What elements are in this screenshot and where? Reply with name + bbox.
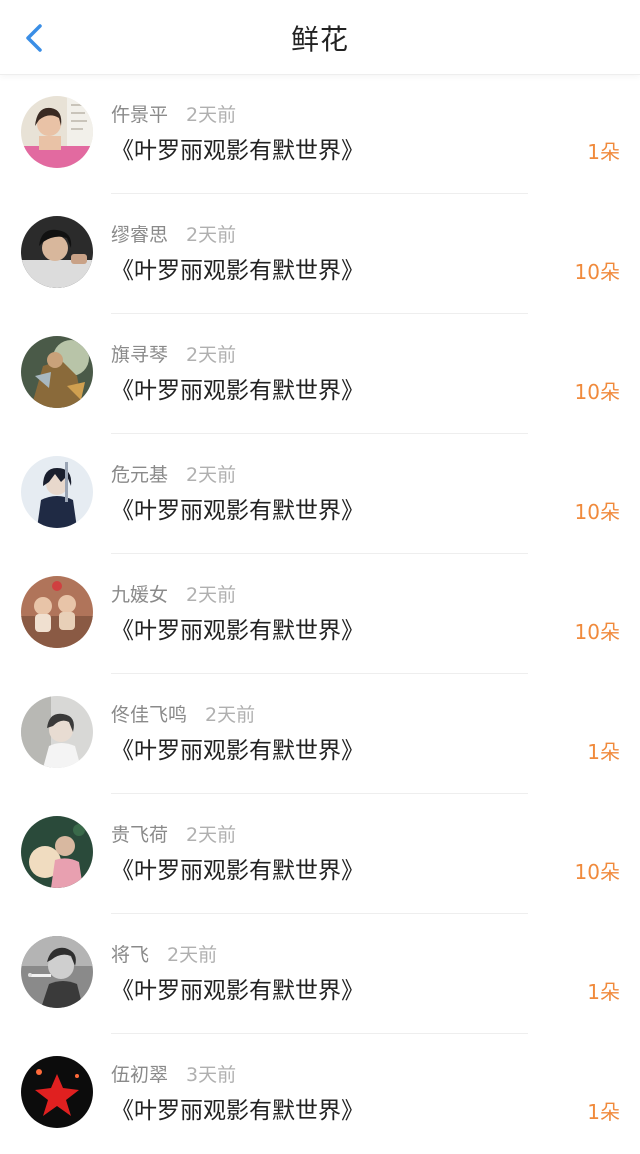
book-title[interactable]: 《叶罗丽观影有默世界》 [111,1095,364,1127]
timestamp: 3天前 [186,1064,237,1086]
book-title[interactable]: 《叶罗丽观影有默世界》 [111,375,364,407]
item-meta: 佟佳飞鸣 2天前 [111,702,255,728]
flower-count: 10朵 [574,500,620,524]
item-meta: 仵景平 2天前 [111,102,236,128]
flower-list: 仵景平 2天前 《叶罗丽观影有默世界》 1朵 缪睿思 2天前 《叶罗丽观影有默世界》… [0,74,640,1154]
item-meta: 九媛女 2天前 [111,582,236,608]
list-item[interactable]: 伍初翠 3天前 《叶罗丽观影有默世界》 1朵 [0,1034,640,1154]
top-bar: 鲜花 [0,0,640,75]
flower-count: 1朵 [587,140,620,164]
list-item[interactable]: 仵景平 2天前 《叶罗丽观影有默世界》 1朵 [0,74,640,194]
flower-count: 10朵 [574,260,620,284]
book-title[interactable]: 《叶罗丽观影有默世界》 [111,735,364,767]
avatar[interactable] [21,576,93,648]
list-item[interactable]: 缪睿思 2天前 《叶罗丽观影有默世界》 10朵 [0,194,640,314]
item-meta: 缪睿思 2天前 [111,222,236,248]
user-name[interactable]: 佟佳飞鸣 [111,704,187,726]
item-meta: 贵飞荷 2天前 [111,822,236,848]
list-item[interactable]: 将飞 2天前 《叶罗丽观影有默世界》 1朵 [0,914,640,1034]
flower-count: 10朵 [574,380,620,404]
avatar[interactable] [21,216,93,288]
timestamp: 2天前 [186,344,237,366]
avatar[interactable] [21,336,93,408]
flower-count: 10朵 [574,860,620,884]
avatar[interactable] [21,696,93,768]
item-meta: 旗寻琴 2天前 [111,342,236,368]
item-meta: 将飞 2天前 [111,942,217,968]
avatar[interactable] [21,816,93,888]
flower-count: 10朵 [574,620,620,644]
avatar[interactable] [21,96,93,168]
book-title[interactable]: 《叶罗丽观影有默世界》 [111,855,364,887]
item-meta: 危元基 2天前 [111,462,236,488]
user-name[interactable]: 九媛女 [111,584,168,606]
timestamp: 2天前 [186,104,237,126]
avatar[interactable] [21,936,93,1008]
list-item[interactable]: 九媛女 2天前 《叶罗丽观影有默世界》 10朵 [0,554,640,674]
user-name[interactable]: 伍初翠 [111,1064,168,1086]
flower-count: 1朵 [587,1100,620,1124]
user-name[interactable]: 旗寻琴 [111,344,168,366]
flower-count: 1朵 [587,740,620,764]
page-title: 鲜花 [290,23,349,56]
list-item[interactable]: 贵飞荷 2天前 《叶罗丽观影有默世界》 10朵 [0,794,640,914]
book-title[interactable]: 《叶罗丽观影有默世界》 [111,615,364,647]
book-title[interactable]: 《叶罗丽观影有默世界》 [111,135,364,167]
book-title[interactable]: 《叶罗丽观影有默世界》 [111,975,364,1007]
user-name[interactable]: 将飞 [111,944,149,966]
user-name[interactable]: 缪睿思 [111,224,168,246]
user-name[interactable]: 危元基 [111,464,168,486]
flower-count: 1朵 [587,980,620,1004]
list-item[interactable]: 危元基 2天前 《叶罗丽观影有默世界》 10朵 [0,434,640,554]
timestamp: 2天前 [205,704,256,726]
avatar[interactable] [21,456,93,528]
list-item[interactable]: 旗寻琴 2天前 《叶罗丽观影有默世界》 10朵 [0,314,640,434]
item-meta: 伍初翠 3天前 [111,1062,236,1088]
timestamp: 2天前 [167,944,218,966]
timestamp: 2天前 [186,464,237,486]
timestamp: 2天前 [186,584,237,606]
user-name[interactable]: 贵飞荷 [111,824,168,846]
avatar[interactable] [21,1056,93,1128]
timestamp: 2天前 [186,824,237,846]
list-item[interactable]: 佟佳飞鸣 2天前 《叶罗丽观影有默世界》 1朵 [0,674,640,794]
book-title[interactable]: 《叶罗丽观影有默世界》 [111,495,364,527]
timestamp: 2天前 [186,224,237,246]
book-title[interactable]: 《叶罗丽观影有默世界》 [111,255,364,287]
user-name[interactable]: 仵景平 [111,104,168,126]
